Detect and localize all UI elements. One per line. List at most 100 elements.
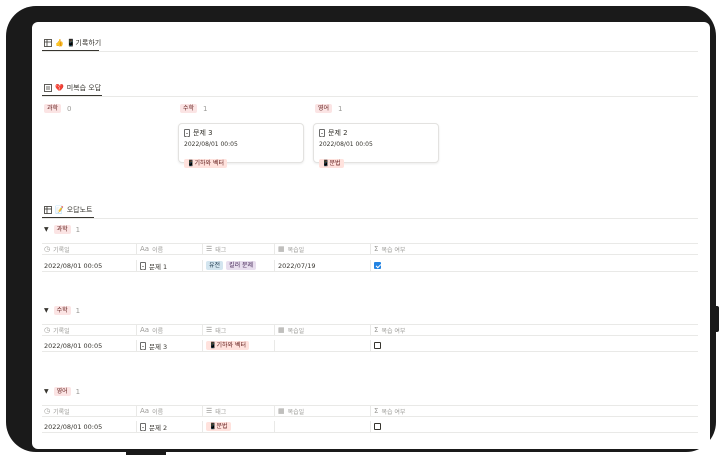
group-tag: 영어 xyxy=(53,387,71,396)
table-row[interactable]: 2022/08/01 00:05 문제 1 유전 킬러 문제 2022/07/19 xyxy=(42,260,698,272)
tablet-frame: 👍 📱기록하기 💔 미복습 오답 과학 0 수학 1 영어 1 문제 3 202… xyxy=(6,6,719,455)
group-tag: 과학 xyxy=(44,104,62,113)
board-column-header[interactable]: 과학 0 xyxy=(44,104,72,113)
memo-icon: 📝 xyxy=(55,206,64,214)
card-tag: 📱문법 xyxy=(319,159,344,168)
group-tag: 수학 xyxy=(53,306,71,315)
cell-date: 2022/08/01 00:05 xyxy=(44,422,103,431)
view-tab-label: 미복습 오답 xyxy=(66,84,102,92)
header-name: 이름 xyxy=(152,408,164,416)
card-title: 문제 3 xyxy=(193,129,213,137)
tag-pill: 유전 xyxy=(206,261,224,270)
board-icon xyxy=(44,84,52,92)
divider xyxy=(42,96,698,97)
sigma-icon: Σ xyxy=(374,326,379,334)
tag-pill: 📱기하와 벡터 xyxy=(206,341,249,350)
header-review-date: 복습일 xyxy=(287,246,305,254)
cell-review-date: 2022/07/19 xyxy=(278,261,316,270)
header-tags: 태그 xyxy=(215,246,227,254)
header-reviewed: 복습 여부 xyxy=(381,408,406,416)
divider xyxy=(42,51,698,52)
header-date: 기록일 xyxy=(53,327,70,335)
calendar-icon: ▦ xyxy=(278,326,285,334)
table-header: ◷ 기록일 Aa 이름 ☰ 태그 ▦ 복습일 Σ 복습 여부 xyxy=(42,243,698,255)
group-count: 1 xyxy=(75,225,81,234)
group-tag: 과학 xyxy=(53,225,71,234)
calendar-icon: ▦ xyxy=(278,245,285,253)
group-count: 0 xyxy=(67,104,72,113)
calendar-icon: ▦ xyxy=(278,407,285,415)
board-card[interactable]: 문제 2 2022/08/01 00:05 📱문법 xyxy=(313,123,439,168)
header-reviewed: 복습 여부 xyxy=(381,327,406,335)
group-header[interactable]: ▼ 과학 1 xyxy=(44,225,80,234)
header-tags: 태그 xyxy=(215,327,227,335)
clock-icon: ◷ xyxy=(44,326,51,334)
table-icon xyxy=(44,39,52,47)
group-header[interactable]: ▼ 영어 1 xyxy=(44,387,80,396)
board-card[interactable]: 문제 3 2022/08/01 00:05 📱기하와 벡터 xyxy=(178,123,304,168)
clock-icon: ◷ xyxy=(44,407,51,415)
broken-heart-icon: 💔 xyxy=(55,84,64,92)
tag-pill: 📱문법 xyxy=(206,422,231,431)
table-header: ◷ 기록일 Aa 이름 ☰ 태그 ▦ 복습일 Σ 복습 여부 xyxy=(42,324,698,336)
card-title: 문제 2 xyxy=(328,129,348,137)
group-count: 1 xyxy=(75,387,81,396)
app-screen: 👍 📱기록하기 💔 미복습 오답 과학 0 수학 1 영어 1 문제 3 202… xyxy=(32,22,710,449)
group-count: 1 xyxy=(75,306,81,315)
cell-name[interactable]: 문제 2 xyxy=(149,422,167,432)
view-tab-unreviewed[interactable]: 💔 미복습 오답 xyxy=(44,83,101,93)
cell-date: 2022/08/01 00:05 xyxy=(44,261,103,270)
header-name: 이름 xyxy=(152,327,164,335)
cell-name[interactable]: 문제 3 xyxy=(149,341,167,351)
caret-down-icon[interactable]: ▼ xyxy=(44,226,49,233)
cell-date: 2022/08/01 00:05 xyxy=(44,341,103,350)
header-review-date: 복습일 xyxy=(287,327,305,335)
view-tab-label: 📱기록하기 xyxy=(66,39,102,47)
cell-name[interactable]: 문제 1 xyxy=(149,261,167,271)
view-tab-label: 오답노트 xyxy=(66,206,93,214)
header-date: 기록일 xyxy=(53,246,70,254)
card-date: 2022/08/01 00:05 xyxy=(319,141,373,148)
header-reviewed: 복습 여부 xyxy=(381,246,406,254)
caret-down-icon[interactable]: ▼ xyxy=(44,307,49,314)
group-count: 1 xyxy=(338,104,343,113)
group-header[interactable]: ▼ 수학 1 xyxy=(44,306,80,315)
board-column-header[interactable]: 수학 1 xyxy=(180,104,208,113)
clock-icon: ◷ xyxy=(44,245,51,253)
header-tags: 태그 xyxy=(215,408,227,416)
sigma-icon: Σ xyxy=(374,407,379,415)
text-icon: Aa xyxy=(140,245,150,253)
table-header: ◷ 기록일 Aa 이름 ☰ 태그 ▦ 복습일 Σ 복습 여부 xyxy=(42,405,698,417)
board-column-header[interactable]: 영어 1 xyxy=(315,104,343,113)
page-icon xyxy=(140,422,146,431)
group-count: 1 xyxy=(203,104,208,113)
card-tag: 📱기하와 벡터 xyxy=(184,159,227,168)
table-icon xyxy=(44,206,52,214)
card-date: 2022/08/01 00:05 xyxy=(184,141,238,148)
page-icon xyxy=(319,129,325,137)
page-icon xyxy=(140,341,146,350)
list-icon: ☰ xyxy=(206,245,213,253)
table-row[interactable]: 2022/08/01 00:05 문제 3 📱기하와 벡터 xyxy=(42,340,698,352)
reviewed-checkbox[interactable] xyxy=(374,423,381,430)
table-row[interactable]: 2022/08/01 00:05 문제 2 📱문법 xyxy=(42,421,698,433)
list-icon: ☰ xyxy=(206,407,213,415)
divider xyxy=(42,218,698,219)
header-date: 기록일 xyxy=(53,408,70,416)
group-tag: 수학 xyxy=(180,104,198,113)
text-icon: Aa xyxy=(140,407,150,415)
page-icon xyxy=(184,129,190,137)
reviewed-checkbox[interactable] xyxy=(374,262,381,269)
caret-down-icon[interactable]: ▼ xyxy=(44,388,49,395)
header-name: 이름 xyxy=(152,246,164,254)
thumbs-up-icon: 👍 xyxy=(55,39,64,47)
reviewed-checkbox[interactable] xyxy=(374,342,381,349)
view-tab-record[interactable]: 👍 📱기록하기 xyxy=(44,38,101,48)
page-icon xyxy=(140,261,146,270)
view-tab-note[interactable]: 📝 오답노트 xyxy=(44,205,92,215)
group-tag: 영어 xyxy=(315,104,333,113)
list-icon: ☰ xyxy=(206,326,213,334)
sigma-icon: Σ xyxy=(374,245,379,253)
header-review-date: 복습일 xyxy=(287,408,305,416)
text-icon: Aa xyxy=(140,326,150,334)
